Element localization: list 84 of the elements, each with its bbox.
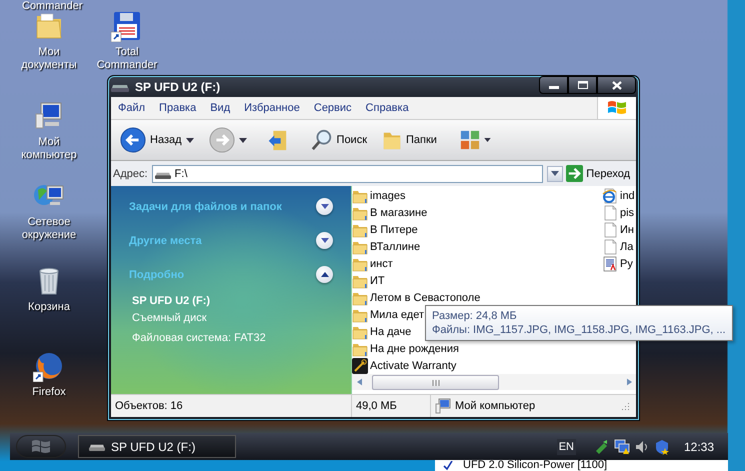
start-button[interactable] (16, 435, 66, 458)
fox-globe-icon[interactable] (33, 350, 65, 382)
file-icon (602, 204, 618, 220)
file-icon (602, 238, 618, 254)
horizontal-scrollbar[interactable] (352, 374, 636, 390)
collapse-button[interactable] (316, 266, 333, 283)
file-name[interactable]: В магазине (370, 206, 428, 218)
object-count: Объектов: 16 (111, 395, 352, 417)
close-button[interactable] (597, 76, 636, 94)
expand-button[interactable] (316, 232, 333, 249)
scroll-right-icon (626, 378, 632, 386)
shield-star-icon[interactable] (654, 438, 670, 454)
chevron-down-icon (320, 204, 328, 209)
arrow-icon (566, 165, 584, 182)
file-name[interactable]: На даче (370, 326, 412, 338)
document-icon (602, 256, 618, 272)
file-name[interactable]: Мила едет (370, 308, 424, 320)
resize-grip-icon (620, 401, 630, 411)
menu-item[interactable]: Сервис (306, 102, 359, 114)
drive-icon (154, 170, 171, 178)
file-name[interactable]: images (370, 190, 406, 202)
total-size: 49,0 МБ (352, 395, 431, 417)
file-name[interactable]: ВТаллине (370, 240, 420, 252)
address-field[interactable]: F:\ (152, 164, 544, 182)
maximize-icon (578, 81, 588, 89)
file-name[interactable]: Летом в Севастополе (370, 292, 480, 304)
file-icon (602, 222, 618, 238)
tooltip-text: Размер: 24,8 МБ (432, 310, 518, 322)
taskbar-button[interactable]: SP UFD U2 (F:) (78, 435, 236, 458)
scroll-thumb[interactable] (372, 375, 499, 390)
app-icon (352, 358, 368, 374)
menu-item[interactable]: Правка (152, 102, 204, 114)
back-button[interactable]: Назад (117, 125, 197, 155)
drive-icon (89, 442, 105, 451)
usb-eject-icon[interactable] (594, 438, 610, 454)
desktop-icon-label[interactable]: Firefox (32, 386, 66, 399)
file-name[interactable]: Ру (620, 258, 633, 270)
expand-button[interactable] (316, 198, 333, 215)
minimize-button[interactable] (539, 76, 568, 94)
file-system-label: Файловая система: FAT32 (132, 332, 267, 345)
network-warning-icon[interactable] (614, 438, 630, 454)
file-name[interactable]: ИТ (370, 274, 385, 286)
speaker-icon[interactable] (634, 438, 650, 454)
menu-item[interactable]: Избранное (237, 102, 307, 114)
file-name[interactable]: Activate Warranty (370, 360, 456, 372)
scroll-left-icon (356, 378, 362, 386)
file-name[interactable]: инст (370, 258, 393, 270)
windows-flag-icon (606, 99, 628, 117)
folders-button[interactable]: Папки (379, 127, 440, 153)
file-name[interactable]: Ин (620, 224, 634, 236)
caret-icon (238, 138, 247, 142)
computer-icon (435, 398, 451, 414)
menu-item[interactable]: Файл (111, 102, 152, 114)
file-name[interactable]: Ла (620, 240, 634, 252)
language-indicator[interactable]: EN (556, 438, 576, 454)
file-name[interactable]: ind (620, 190, 635, 202)
file-name[interactable]: pis (620, 206, 634, 218)
windows-flag-icon (31, 438, 51, 456)
file-name[interactable]: На дне рождения (370, 342, 459, 354)
desktop-icon-label[interactable]: Сетевое окружение (12, 216, 86, 242)
menu-item[interactable]: UFD 2.0 Silicon-Power [1100] (463, 460, 608, 471)
file-name[interactable]: В Питере (370, 224, 418, 236)
dropdown-button[interactable] (547, 166, 564, 182)
caret-icon (551, 171, 560, 176)
location-label: Мой компьютер (455, 400, 536, 412)
go-button[interactable]: Переход (564, 165, 634, 182)
menu-item[interactable]: Справка (358, 102, 416, 114)
tooltip-text: Файлы: IMG_1157.JPG, IMG_1158.JPG, IMG_1163.JPG, ... (432, 324, 726, 336)
drive-name: SP UFD U2 (F:) (132, 295, 212, 308)
drive-type: Съемный диск (132, 312, 208, 325)
chevron-up-icon (320, 272, 328, 277)
close-icon (612, 80, 622, 90)
chevron-down-icon (320, 238, 328, 243)
caret-icon (186, 138, 194, 142)
search-icon (310, 129, 333, 151)
desktop-icon-label[interactable]: Корзина (28, 301, 70, 314)
address-label: Адрес: (113, 168, 148, 180)
menu-item[interactable]: Вид (203, 102, 238, 114)
clock: 12:33 (684, 440, 714, 454)
maximize-button[interactable] (568, 76, 597, 94)
caret-icon (484, 138, 491, 142)
search-button[interactable]: Поиск (308, 127, 370, 153)
thumbnails-icon (460, 130, 480, 150)
window-title: SP UFD U2 (F:) (135, 80, 220, 94)
